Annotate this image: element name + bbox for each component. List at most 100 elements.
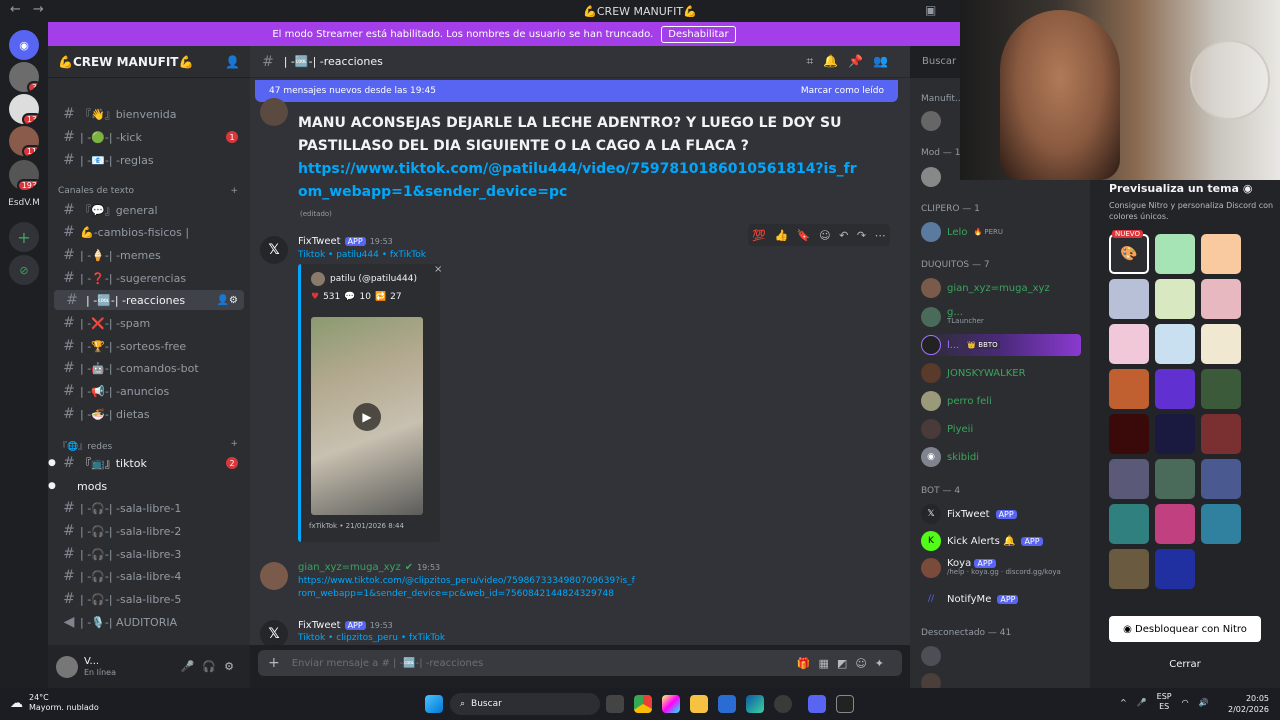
play-icon[interactable]: ▶: [353, 403, 381, 431]
theme-swatch[interactable]: [1155, 369, 1195, 409]
message-link[interactable]: https://www.tiktok.com/@patilu444/video/…: [298, 158, 858, 204]
close-embed-icon[interactable]: ×: [434, 264, 442, 275]
channel-item[interactable]: # | -🏆-| -sorteos-free: [48, 336, 250, 356]
channel-item[interactable]: # 『👋』bienvenida: [48, 104, 250, 124]
bot-item[interactable]: // NotifyMe APP: [921, 588, 1086, 610]
theme-swatch[interactable]: [1109, 414, 1149, 454]
voice-channel[interactable]: # | -🎧-| -sala-libre-5: [48, 589, 250, 609]
member-item[interactable]: Piyeii: [921, 418, 1086, 440]
gear-icon[interactable]: ⚙: [224, 660, 242, 673]
gift-icon[interactable]: 🎁: [797, 657, 819, 670]
invite-icon[interactable]: 👤: [225, 55, 240, 69]
wifi-icon[interactable]: ◠: [1182, 698, 1189, 707]
add-attachment-icon[interactable]: +: [268, 655, 280, 671]
unlock-nitro-button[interactable]: ◉ Desbloquear con Nitro: [1109, 616, 1261, 642]
bot-item[interactable]: Koya APP/help · koya.gg · discord.gg/koy…: [921, 557, 1086, 579]
server-folder-label[interactable]: EsdV.M: [0, 198, 48, 208]
voice-channel[interactable]: # | -🎧-| -sala-libre-2: [48, 521, 250, 541]
language[interactable]: ESP: [1157, 692, 1172, 702]
video-thumbnail[interactable]: ▶: [311, 317, 423, 515]
channel-item[interactable]: # | -❌-| -spam: [48, 313, 250, 333]
weather-widget[interactable]: ☁ 24°C Mayorm. nublado: [10, 693, 99, 713]
channel-item[interactable]: # | -🍜-| dietas: [48, 404, 250, 424]
member-item[interactable]: ◉ skibidi: [921, 446, 1086, 468]
edge-icon[interactable]: [746, 695, 764, 713]
theme-swatch[interactable]: [1109, 459, 1149, 499]
bookmark-icon[interactable]: 🔖: [797, 229, 811, 242]
theme-swatch[interactable]: [1155, 279, 1195, 319]
volume-icon[interactable]: 🔊: [1199, 698, 1209, 707]
avatar[interactable]: [260, 562, 288, 590]
member-item[interactable]: l... 👑 BBTO: [921, 334, 1081, 356]
folder-icon[interactable]: [690, 695, 708, 713]
mark-read-button[interactable]: Marcar como leído: [801, 86, 884, 96]
fixtweet-avatar[interactable]: 𝕏: [260, 620, 288, 645]
member-item[interactable]: [921, 645, 1086, 667]
server-icon[interactable]: 13: [9, 94, 39, 124]
new-messages-bar[interactable]: 47 mensajes nuevos desde las 19:45 Marca…: [255, 80, 898, 102]
member-item[interactable]: Lelo 🔥 PERU: [921, 221, 1086, 243]
microphone-icon[interactable]: 🎤: [1137, 698, 1147, 707]
channel-item-active[interactable]: # | -🆒-| -reacciones 👤⚙: [54, 290, 244, 310]
settings-icon[interactable]: [774, 695, 792, 713]
microphone-icon[interactable]: 🎤: [181, 660, 203, 673]
forward-icon[interactable]: ↷: [857, 229, 866, 242]
add-channel-icon[interactable]: +: [230, 186, 238, 196]
gif-icon[interactable]: ▦: [819, 657, 837, 670]
back-icon[interactable]: ←: [10, 2, 21, 17]
author-name[interactable]: gian_xyz=muga_xyz: [298, 562, 401, 573]
avatar[interactable]: [56, 655, 78, 678]
voice-channel[interactable]: # | -🎧-| -sala-libre-3: [48, 544, 250, 564]
server-icon[interactable]: 11: [9, 126, 39, 156]
forward-icon[interactable]: →: [33, 2, 44, 17]
emoji-icon[interactable]: ☺: [819, 229, 830, 242]
channel-item[interactable]: # | -🍦-| -memes: [48, 245, 250, 265]
author-name[interactable]: FixTweet: [298, 236, 341, 247]
category-text[interactable]: Canales de texto +: [58, 186, 238, 196]
thumbs-up-icon[interactable]: 👍: [775, 229, 789, 242]
member-item[interactable]: JONSKYWALKER: [921, 362, 1086, 384]
theme-swatch[interactable]: [1109, 549, 1149, 589]
settings-icon[interactable]: 👤⚙: [217, 295, 244, 306]
channel-item[interactable]: # 『💬』general: [48, 200, 250, 220]
member-item[interactable]: [921, 672, 1086, 688]
emoji-icon[interactable]: ☺: [855, 657, 874, 670]
category-redes[interactable]: 『🌐』redes +: [58, 439, 238, 452]
member-item[interactable]: g... TLauncher: [921, 306, 1086, 328]
theme-swatch[interactable]: [1155, 414, 1195, 454]
discord-home-icon[interactable]: ◉: [9, 30, 39, 60]
pin-icon[interactable]: 📌: [848, 54, 873, 68]
theme-swatch[interactable]: [1109, 369, 1149, 409]
store-icon[interactable]: [718, 695, 736, 713]
member-item[interactable]: gian_xyz=muga_xyz: [921, 277, 1086, 299]
theme-swatch[interactable]: [1155, 324, 1195, 364]
theme-swatch[interactable]: [1201, 324, 1241, 364]
theme-swatch[interactable]: [1109, 279, 1149, 319]
add-channel-icon[interactable]: +: [230, 439, 238, 452]
theme-swatch[interactable]: [1201, 459, 1241, 499]
voice-channel[interactable]: # | -🎧-| -sala-libre-1: [48, 498, 250, 518]
voice-channel[interactable]: # | -🎧-| -sala-libre-4: [48, 566, 250, 586]
clock[interactable]: 20:05 2/02/2026: [1228, 693, 1269, 715]
theme-swatch[interactable]: [1201, 414, 1241, 454]
channel-item[interactable]: # | -🤖-| -comandos-bot: [48, 358, 250, 378]
theme-swatch[interactable]: [1109, 324, 1149, 364]
chrome-icon[interactable]: [634, 695, 652, 713]
chevron-up-icon[interactable]: ^: [1120, 698, 1127, 707]
explore-icon[interactable]: ⊘: [9, 255, 39, 285]
reaction-icon[interactable]: 💯: [752, 229, 766, 242]
theme-swatch[interactable]: [1109, 504, 1149, 544]
channel-item[interactable]: # | -🟢-| -kick 1: [48, 127, 250, 147]
capcut-icon[interactable]: [836, 695, 854, 713]
bot-item[interactable]: K Kick Alerts 🔔 APP: [921, 530, 1086, 552]
discord-taskbar-icon[interactable]: [808, 695, 826, 713]
embed-links[interactable]: Tiktok • patilu444 • fxTikTok: [298, 250, 426, 260]
theme-swatch[interactable]: [1155, 234, 1195, 274]
close-button[interactable]: Cerrar: [1109, 652, 1261, 676]
voice-channel[interactable]: ◀ | -🎙️-| AUDITORIA: [48, 612, 250, 632]
bot-item[interactable]: 𝕏 FixTweet APP: [921, 503, 1086, 525]
embed-links[interactable]: Tiktok • clipzitos_peru • fxTikTok: [298, 633, 445, 643]
copilot-icon[interactable]: [662, 695, 680, 713]
apps-icon[interactable]: ✦: [875, 657, 892, 670]
inbox-icon[interactable]: ▣: [925, 3, 936, 17]
